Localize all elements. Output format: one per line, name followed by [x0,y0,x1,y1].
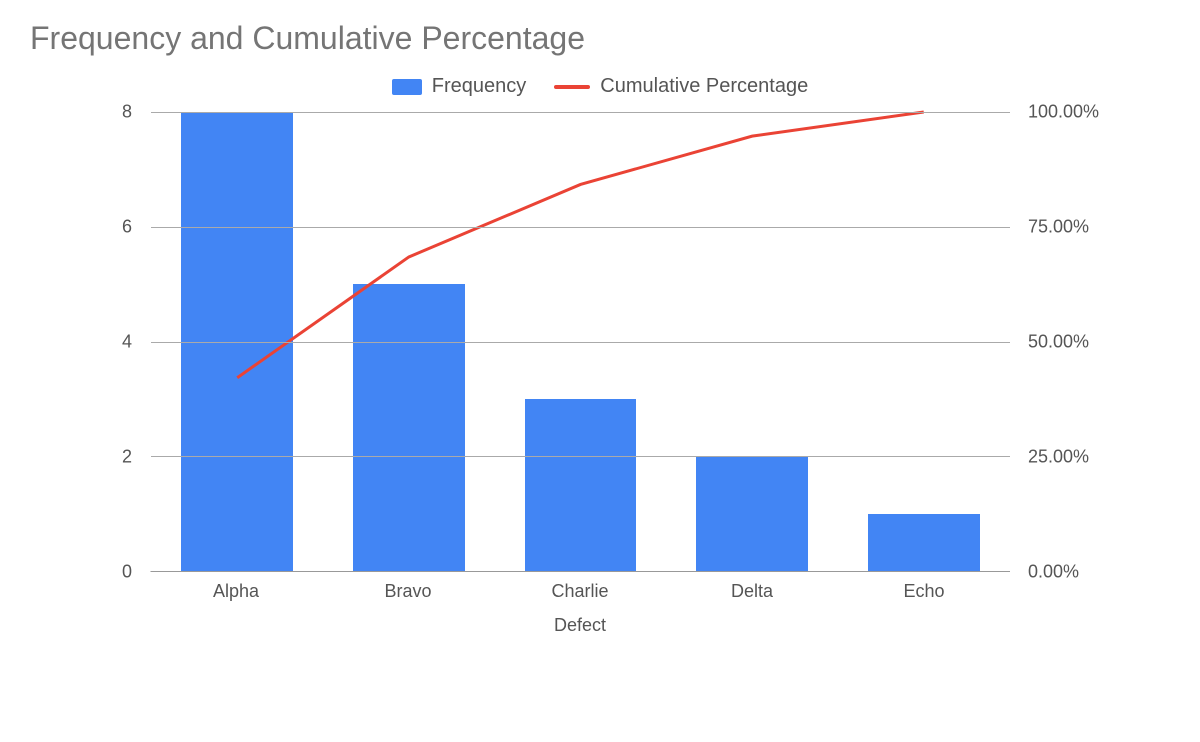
gridline [151,342,1010,343]
legend-item-frequency: Frequency [392,75,527,98]
line-swatch-icon [554,85,590,89]
gridline [151,456,1010,457]
y1-tick-label: 8 [122,102,132,123]
legend-label: Frequency [432,75,527,98]
x-tick-label: Alpha [150,581,322,602]
plot-region [150,112,1010,572]
chart-title: Frequency and Cumulative Percentage [30,20,1170,57]
x-axis-title: Defect [150,615,1010,636]
x-axis-labels: AlphaBravoCharlieDeltaEcho [150,581,1010,602]
y1-tick-label: 6 [122,217,132,238]
cumulative-line [237,112,924,378]
x-tick-label: Bravo [322,581,494,602]
x-tick-label: Echo [838,581,1010,602]
x-tick-label: Charlie [494,581,666,602]
x-tick-label: Delta [666,581,838,602]
legend-item-cumulative: Cumulative Percentage [554,75,808,98]
y2-tick-label: 75.00% [1028,217,1089,238]
y2-axis-labels: 0.00%25.00%50.00%75.00%100.00% [1020,112,1120,572]
y1-axis-labels: 02468 [80,112,140,572]
y1-tick-label: 2 [122,447,132,468]
y2-tick-label: 25.00% [1028,447,1089,468]
gridline [151,112,1010,113]
y1-tick-label: 0 [122,562,132,583]
y2-tick-label: 50.00% [1028,332,1089,353]
gridline [151,227,1010,228]
chart-area: 02468 0.00%25.00%50.00%75.00%100.00% Alp… [80,112,1120,632]
legend-label: Cumulative Percentage [600,75,808,98]
y2-tick-label: 0.00% [1028,562,1079,583]
y1-tick-label: 4 [122,332,132,353]
bar-swatch-icon [392,79,422,95]
legend: Frequency Cumulative Percentage [30,75,1170,98]
y2-tick-label: 100.00% [1028,102,1099,123]
